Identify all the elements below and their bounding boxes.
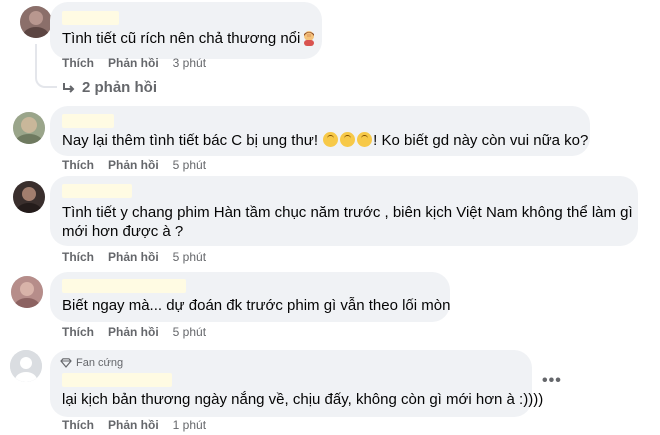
top-fan-badge: Fan cứng — [60, 357, 123, 369]
comment-actions: Thích Phản hồi 5 phút — [62, 250, 206, 264]
reply-arrow-icon — [63, 82, 75, 93]
thread-line — [35, 44, 57, 88]
comment-actions: Thích Phản hồi 1 phút — [62, 418, 206, 432]
like-button[interactable]: Thích — [62, 250, 94, 264]
avatar[interactable] — [11, 276, 43, 308]
like-button[interactable]: Thích — [62, 56, 94, 70]
author-name[interactable] — [62, 279, 186, 293]
timestamp[interactable]: 5 phút — [173, 325, 206, 339]
comment-text-line1: Tình tiết y chang phim Hàn tầm chục năm … — [62, 204, 633, 221]
more-options-icon[interactable]: ••• — [542, 372, 562, 390]
reply-button[interactable]: Phản hồi — [108, 56, 159, 70]
avatar[interactable] — [20, 6, 52, 38]
view-replies-link[interactable]: 2 phản hồi — [62, 79, 157, 96]
avatar[interactable] — [13, 112, 45, 144]
comment-text: Tình tiết cũ rích nên chả thương nổi — [62, 29, 317, 49]
comment-actions: Thích Phản hồi 3 phút — [62, 56, 206, 70]
reply-button[interactable]: Phản hồi — [108, 418, 159, 432]
timestamp[interactable]: 3 phút — [173, 56, 206, 70]
reply-button[interactable]: Phản hồi — [108, 250, 159, 264]
like-button[interactable]: Thích — [62, 158, 94, 172]
author-name[interactable] — [62, 114, 114, 128]
upside-down-face-emoji — [322, 132, 373, 149]
comment-text: Nay lại thêm tình tiết bác C bị ung thư!… — [62, 132, 589, 149]
diamond-icon — [60, 358, 72, 368]
woman-facepalming-emoji — [304, 31, 315, 46]
comment-text: lại kịch bản thương ngày nắng về, chịu đ… — [62, 391, 544, 408]
timestamp[interactable]: 1 phút — [173, 418, 206, 432]
avatar[interactable] — [10, 350, 42, 382]
comment-actions: Thích Phản hồi 5 phút — [62, 325, 206, 339]
timestamp[interactable]: 5 phút — [173, 158, 206, 172]
like-button[interactable]: Thích — [62, 418, 94, 432]
reply-button[interactable]: Phản hồi — [108, 325, 159, 339]
timestamp[interactable]: 5 phút — [173, 250, 206, 264]
comment-text: Biết ngay mà... dự đoán đk trước phim gì… — [62, 297, 451, 314]
author-name[interactable] — [62, 11, 119, 25]
like-button[interactable]: Thích — [62, 325, 94, 339]
reply-button[interactable]: Phản hồi — [108, 158, 159, 172]
author-name[interactable] — [62, 373, 172, 387]
comment-actions: Thích Phản hồi 5 phút — [62, 158, 206, 172]
comment-text-line2: mới hơn được à ? — [62, 223, 184, 240]
avatar[interactable] — [13, 181, 45, 213]
author-name[interactable] — [62, 184, 132, 198]
